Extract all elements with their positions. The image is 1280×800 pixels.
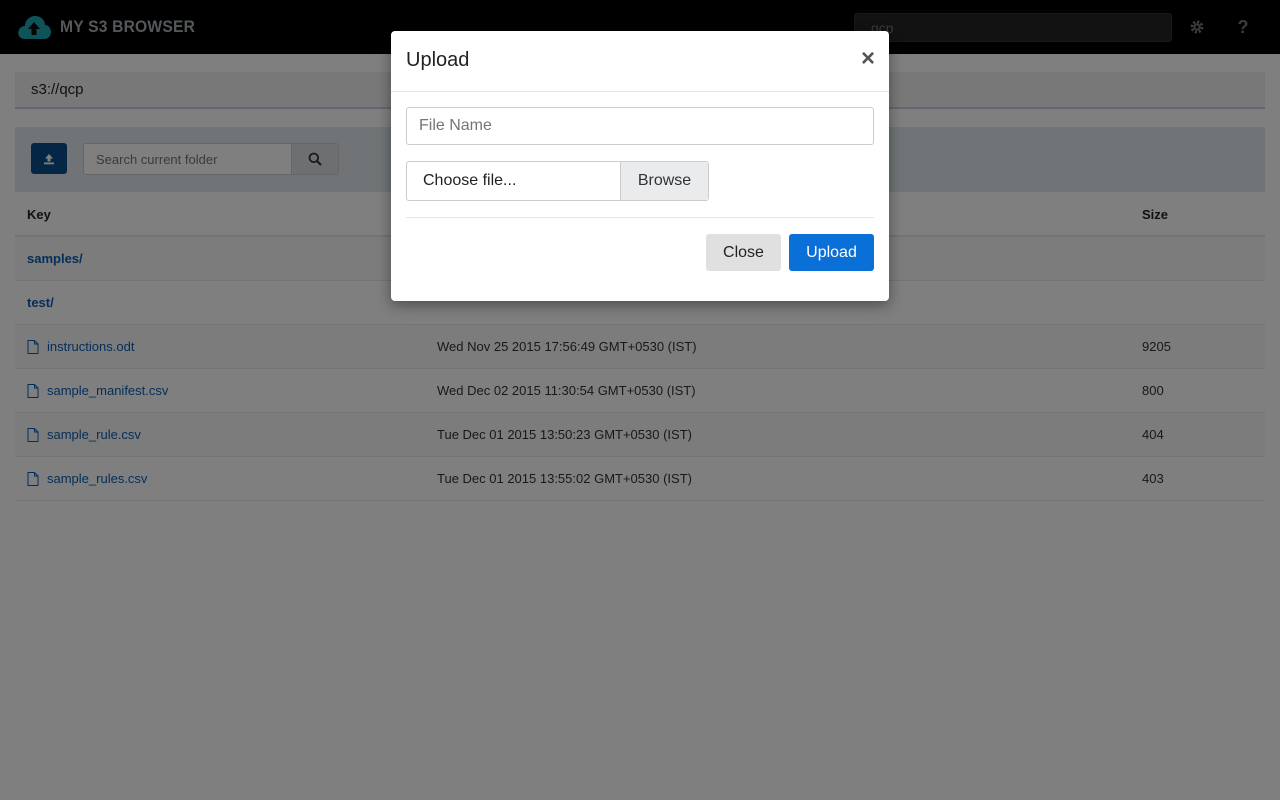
upload-submit-button[interactable]: Upload xyxy=(789,234,874,271)
modal-footer: Close Upload xyxy=(406,217,874,301)
close-icon[interactable]: × xyxy=(861,47,875,71)
file-chooser[interactable]: Choose file... Browse xyxy=(406,161,709,201)
close-button[interactable]: Close xyxy=(706,234,781,271)
modal-title: Upload xyxy=(406,49,470,71)
browse-button[interactable]: Browse xyxy=(620,162,708,200)
file-name-input[interactable] xyxy=(406,107,874,145)
modal-header: Upload × xyxy=(391,31,889,92)
upload-modal: Upload × Choose file... Browse Close Upl… xyxy=(391,31,889,301)
file-chooser-text[interactable]: Choose file... xyxy=(407,162,620,200)
